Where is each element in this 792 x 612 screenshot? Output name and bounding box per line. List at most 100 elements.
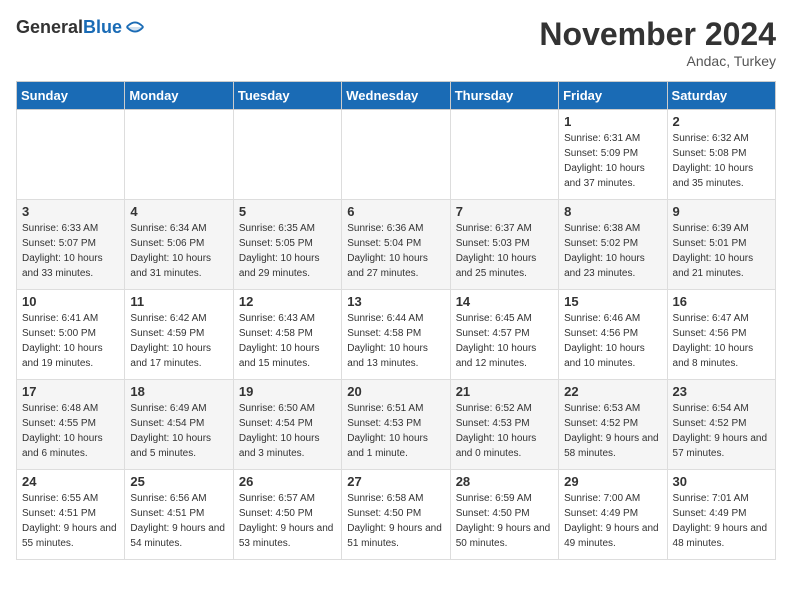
calendar-cell: 19 Sunrise: 6:50 AM Sunset: 4:54 PM Dayli… bbox=[233, 380, 341, 470]
calendar-week-row: 1Sunrise: 6:31 AM Sunset: 5:09 PM Daylig… bbox=[17, 110, 776, 200]
calendar-cell: 28 Sunrise: 6:59 AM Sunset: 4:50 PM Dayli… bbox=[450, 470, 558, 560]
cell-content: Sunrise: 6:56 AM Sunset: 4:51 PM Dayligh… bbox=[130, 491, 227, 551]
cell-content: Sunrise: 6:44 AM Sunset: 4:58 PM Dayligh… bbox=[347, 311, 444, 371]
cell-content: Sunrise: 6:58 AM Sunset: 4:50 PM Dayligh… bbox=[347, 491, 444, 551]
cell-content: Sunrise: 7:01 AM Sunset: 4:49 PM Dayligh… bbox=[673, 491, 770, 551]
day-number: 23 bbox=[673, 384, 770, 399]
day-number: 6 bbox=[347, 204, 444, 219]
day-number: 30 bbox=[673, 474, 770, 489]
cell-content: Sunrise: 6:54 AM Sunset: 4:52 PM Dayligh… bbox=[673, 401, 770, 461]
calendar-cell: 4 Sunrise: 6:34 AM Sunset: 5:06 PM Daylig… bbox=[125, 200, 233, 290]
day-number: 25 bbox=[130, 474, 227, 489]
calendar-cell: 16 Sunrise: 6:47 AM Sunset: 4:56 PM Dayli… bbox=[667, 290, 775, 380]
calendar-cell: 22Sunrise: 6:53 AM Sunset: 4:52 PM Dayli… bbox=[559, 380, 667, 470]
cell-content: Sunrise: 6:39 AM Sunset: 5:01 PM Dayligh… bbox=[673, 221, 770, 281]
day-number: 17 bbox=[22, 384, 119, 399]
logo-icon bbox=[124, 16, 146, 38]
calendar-cell: 17 Sunrise: 6:48 AM Sunset: 4:55 PM Dayli… bbox=[17, 380, 125, 470]
calendar-cell: 14 Sunrise: 6:45 AM Sunset: 4:57 PM Dayli… bbox=[450, 290, 558, 380]
calendar-cell: 26Sunrise: 6:57 AM Sunset: 4:50 PM Dayli… bbox=[233, 470, 341, 560]
cell-content: Sunrise: 6:52 AM Sunset: 4:53 PM Dayligh… bbox=[456, 401, 553, 461]
day-number: 10 bbox=[22, 294, 119, 309]
cell-content: Sunrise: 6:41 AM Sunset: 5:00 PM Dayligh… bbox=[22, 311, 119, 371]
day-number: 24 bbox=[22, 474, 119, 489]
day-number: 18 bbox=[130, 384, 227, 399]
header: GeneralBlue November 2024 Andac, Turkey bbox=[16, 16, 776, 69]
day-number: 2 bbox=[673, 114, 770, 129]
weekday-header-cell: Thursday bbox=[450, 82, 558, 110]
day-number: 16 bbox=[673, 294, 770, 309]
cell-content: Sunrise: 6:59 AM Sunset: 4:50 PM Dayligh… bbox=[456, 491, 553, 551]
cell-content: Sunrise: 6:45 AM Sunset: 4:57 PM Dayligh… bbox=[456, 311, 553, 371]
weekday-header-cell: Monday bbox=[125, 82, 233, 110]
calendar-body: 1Sunrise: 6:31 AM Sunset: 5:09 PM Daylig… bbox=[17, 110, 776, 560]
location-subtitle: Andac, Turkey bbox=[539, 53, 776, 69]
day-number: 27 bbox=[347, 474, 444, 489]
cell-content: Sunrise: 6:34 AM Sunset: 5:06 PM Dayligh… bbox=[130, 221, 227, 281]
weekday-header-cell: Friday bbox=[559, 82, 667, 110]
calendar-cell: 24 Sunrise: 6:55 AM Sunset: 4:51 PM Dayli… bbox=[17, 470, 125, 560]
calendar-cell: 18Sunrise: 6:49 AM Sunset: 4:54 PM Dayli… bbox=[125, 380, 233, 470]
calendar-week-row: 17 Sunrise: 6:48 AM Sunset: 4:55 PM Dayli… bbox=[17, 380, 776, 470]
calendar-table: SundayMondayTuesdayWednesdayThursdayFrid… bbox=[16, 81, 776, 560]
calendar-cell: 1Sunrise: 6:31 AM Sunset: 5:09 PM Daylig… bbox=[559, 110, 667, 200]
weekday-header-cell: Saturday bbox=[667, 82, 775, 110]
day-number: 3 bbox=[22, 204, 119, 219]
day-number: 28 bbox=[456, 474, 553, 489]
cell-content: Sunrise: 6:37 AM Sunset: 5:03 PM Dayligh… bbox=[456, 221, 553, 281]
month-title: November 2024 bbox=[539, 16, 776, 53]
cell-content: Sunrise: 6:42 AM Sunset: 4:59 PM Dayligh… bbox=[130, 311, 227, 371]
calendar-cell: 25 Sunrise: 6:56 AM Sunset: 4:51 PM Dayli… bbox=[125, 470, 233, 560]
day-number: 20 bbox=[347, 384, 444, 399]
day-number: 5 bbox=[239, 204, 336, 219]
cell-content: Sunrise: 6:48 AM Sunset: 4:55 PM Dayligh… bbox=[22, 401, 119, 461]
calendar-cell: 3 Sunrise: 6:33 AM Sunset: 5:07 PM Daylig… bbox=[17, 200, 125, 290]
calendar-cell bbox=[233, 110, 341, 200]
calendar-cell: 11 Sunrise: 6:42 AM Sunset: 4:59 PM Dayli… bbox=[125, 290, 233, 380]
cell-content: Sunrise: 6:32 AM Sunset: 5:08 PM Dayligh… bbox=[673, 131, 770, 191]
day-number: 4 bbox=[130, 204, 227, 219]
day-number: 8 bbox=[564, 204, 661, 219]
day-number: 26 bbox=[239, 474, 336, 489]
weekday-header-cell: Wednesday bbox=[342, 82, 450, 110]
calendar-cell: 5 Sunrise: 6:35 AM Sunset: 5:05 PM Daylig… bbox=[233, 200, 341, 290]
cell-content: Sunrise: 6:43 AM Sunset: 4:58 PM Dayligh… bbox=[239, 311, 336, 371]
day-number: 11 bbox=[130, 294, 227, 309]
cell-content: Sunrise: 7:00 AM Sunset: 4:49 PM Dayligh… bbox=[564, 491, 661, 551]
day-number: 13 bbox=[347, 294, 444, 309]
calendar-cell: 30 Sunrise: 7:01 AM Sunset: 4:49 PM Dayli… bbox=[667, 470, 775, 560]
calendar-cell bbox=[342, 110, 450, 200]
cell-content: Sunrise: 6:33 AM Sunset: 5:07 PM Dayligh… bbox=[22, 221, 119, 281]
weekday-header-cell: Tuesday bbox=[233, 82, 341, 110]
calendar-cell: 7 Sunrise: 6:37 AM Sunset: 5:03 PM Daylig… bbox=[450, 200, 558, 290]
weekday-header-row: SundayMondayTuesdayWednesdayThursdayFrid… bbox=[17, 82, 776, 110]
day-number: 29 bbox=[564, 474, 661, 489]
calendar-cell: 21Sunrise: 6:52 AM Sunset: 4:53 PM Dayli… bbox=[450, 380, 558, 470]
day-number: 12 bbox=[239, 294, 336, 309]
calendar-cell: 27 Sunrise: 6:58 AM Sunset: 4:50 PM Dayli… bbox=[342, 470, 450, 560]
logo-general-text: GeneralBlue bbox=[16, 17, 122, 38]
calendar-cell bbox=[450, 110, 558, 200]
calendar-cell: 13 Sunrise: 6:44 AM Sunset: 4:58 PM Dayli… bbox=[342, 290, 450, 380]
weekday-header-cell: Sunday bbox=[17, 82, 125, 110]
calendar-cell bbox=[17, 110, 125, 200]
cell-content: Sunrise: 6:47 AM Sunset: 4:56 PM Dayligh… bbox=[673, 311, 770, 371]
calendar-cell: 29 Sunrise: 7:00 AM Sunset: 4:49 PM Dayli… bbox=[559, 470, 667, 560]
day-number: 1 bbox=[564, 114, 661, 129]
cell-content: Sunrise: 6:50 AM Sunset: 4:54 PM Dayligh… bbox=[239, 401, 336, 461]
day-number: 7 bbox=[456, 204, 553, 219]
day-number: 19 bbox=[239, 384, 336, 399]
calendar-cell: 20Sunrise: 6:51 AM Sunset: 4:53 PM Dayli… bbox=[342, 380, 450, 470]
calendar-cell: 15Sunrise: 6:46 AM Sunset: 4:56 PM Dayli… bbox=[559, 290, 667, 380]
calendar-week-row: 3 Sunrise: 6:33 AM Sunset: 5:07 PM Daylig… bbox=[17, 200, 776, 290]
logo: GeneralBlue bbox=[16, 16, 146, 38]
cell-content: Sunrise: 6:36 AM Sunset: 5:04 PM Dayligh… bbox=[347, 221, 444, 281]
cell-content: Sunrise: 6:35 AM Sunset: 5:05 PM Dayligh… bbox=[239, 221, 336, 281]
calendar-cell: 10 Sunrise: 6:41 AM Sunset: 5:00 PM Dayli… bbox=[17, 290, 125, 380]
calendar-week-row: 24 Sunrise: 6:55 AM Sunset: 4:51 PM Dayli… bbox=[17, 470, 776, 560]
cell-content: Sunrise: 6:55 AM Sunset: 4:51 PM Dayligh… bbox=[22, 491, 119, 551]
day-number: 22 bbox=[564, 384, 661, 399]
title-area: November 2024 Andac, Turkey bbox=[539, 16, 776, 69]
calendar-cell: 9Sunrise: 6:39 AM Sunset: 5:01 PM Daylig… bbox=[667, 200, 775, 290]
day-number: 14 bbox=[456, 294, 553, 309]
